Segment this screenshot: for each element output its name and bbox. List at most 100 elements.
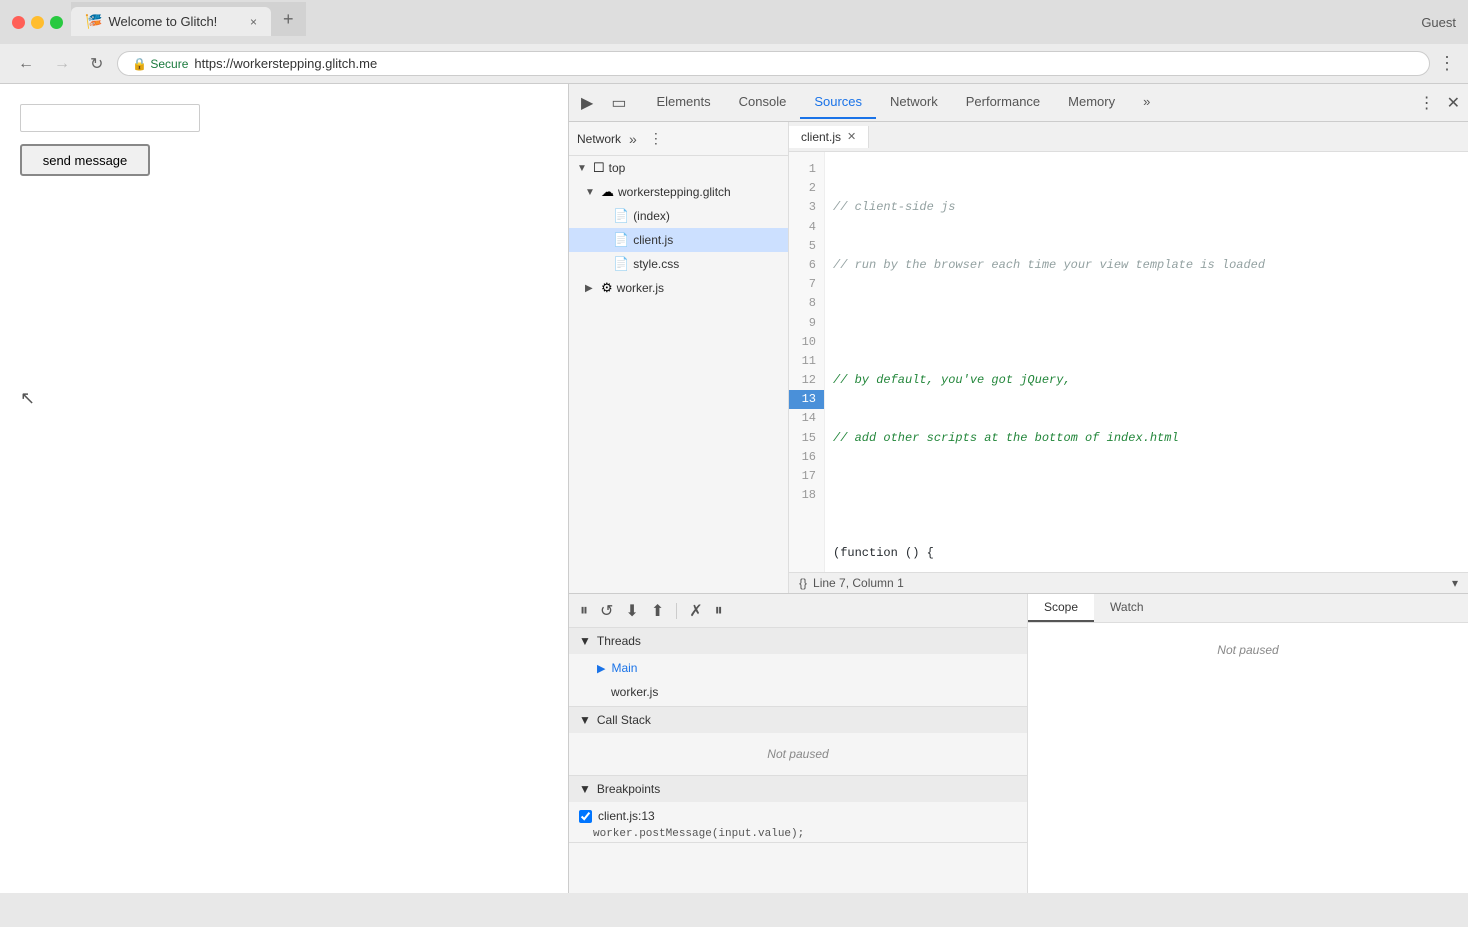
scope-tabs: Scope Watch — [1028, 594, 1468, 623]
device-toolbar-button[interactable]: ▭ — [603, 89, 634, 117]
tree-label-top: top — [609, 161, 626, 175]
inspect-element-button[interactable]: ▶ — [573, 89, 601, 117]
ln1: 1 — [789, 160, 824, 179]
step-over-button[interactable]: ↺ — [597, 598, 616, 624]
file-tree-workerjs[interactable]: ▶ ⚙ worker.js — [569, 276, 788, 300]
code-line-7: (function () { — [833, 544, 1460, 563]
tab-memory[interactable]: Memory — [1054, 86, 1129, 119]
editor-tab-close-button[interactable]: ✕ — [847, 130, 856, 143]
file-icon-stylecss: 📄 — [613, 256, 629, 272]
scope-tab-scope[interactable]: Scope — [1028, 594, 1094, 622]
tab-close-button[interactable]: × — [250, 15, 257, 29]
back-button[interactable]: ← — [12, 53, 40, 75]
maximize-button[interactable] — [50, 16, 63, 29]
send-button[interactable]: send message — [20, 144, 150, 176]
minimize-button[interactable] — [31, 16, 44, 29]
file-tree-stylecss[interactable]: 📄 style.css — [569, 252, 788, 276]
debug-panel: ⏸ ↺ ⬇ ⬆ ✗ ⏸ ▼ Threads ▶ — [569, 594, 1028, 893]
threads-arrow: ▼ — [579, 634, 591, 648]
threads-section: ▼ Threads ▶ Main worker.js — [569, 628, 1027, 707]
sidebar-menu-button[interactable]: ⋮ — [645, 128, 667, 149]
callstack-arrow: ▼ — [579, 713, 591, 727]
ln11: 11 — [789, 352, 824, 371]
pause-on-exceptions-button[interactable]: ⏸ — [712, 599, 726, 623]
tab-favicon: 🎏 — [85, 13, 102, 30]
tab-title: Welcome to Glitch! — [108, 14, 217, 29]
tree-label-domain: workerstepping.glitch — [618, 185, 731, 199]
code-line-2: // run by the browser each time your vie… — [833, 256, 1460, 275]
file-icon-clientjs: 📄 — [613, 232, 629, 248]
ln9: 9 — [789, 314, 824, 333]
thread-main-arrow: ▶ — [597, 662, 605, 675]
devtools-panel: ▶ ▭ Elements Console Sources Network Per… — [568, 84, 1468, 893]
editor-tab-label: client.js — [801, 130, 841, 144]
thread-workerjs-label: worker.js — [597, 685, 658, 699]
message-input[interactable] — [20, 104, 200, 132]
devtools-main: Network » ⋮ ▼ ☐ top ▼ ☁ workerstepp — [569, 122, 1468, 593]
step-into-button[interactable]: ⬇ — [622, 598, 641, 624]
code-line-3 — [833, 314, 1460, 333]
scope-tab-watch[interactable]: Watch — [1094, 594, 1160, 622]
page-content: send message ↖ — [0, 84, 568, 893]
secure-badge: 🔒 Secure — [132, 57, 188, 71]
file-tree-index[interactable]: 📄 (index) — [569, 204, 788, 228]
forward-button[interactable]: → — [48, 53, 76, 75]
step-out-button[interactable]: ⬆ — [648, 598, 667, 624]
ln18: 18 — [789, 486, 824, 505]
file-tree-top[interactable]: ▼ ☐ top — [569, 156, 788, 180]
close-button[interactable] — [12, 16, 25, 29]
ln14: 14 — [789, 409, 824, 428]
tab-performance[interactable]: Performance — [952, 86, 1054, 119]
tab-sources[interactable]: Sources — [800, 86, 876, 119]
devtools-close-button[interactable]: ✕ — [1443, 89, 1464, 117]
scope-not-paused: Not paused — [1217, 643, 1278, 657]
tab-elements[interactable]: Elements — [642, 86, 724, 119]
sidebar-more-button[interactable]: » — [625, 129, 641, 149]
traffic-lights — [12, 16, 63, 29]
breakpoints-section: ▼ Breakpoints client.js:13 worker.postMe… — [569, 776, 1027, 843]
debug-toolbar: ⏸ ↺ ⬇ ⬆ ✗ ⏸ — [569, 594, 1027, 628]
tree-label-workerjs: worker.js — [617, 281, 664, 295]
file-icon-index: 📄 — [613, 208, 629, 224]
new-tab-button[interactable]: + — [271, 3, 306, 36]
breakpoint-checkbox-1[interactable] — [579, 810, 592, 823]
address-field[interactable]: 🔒 Secure https://workerstepping.glitch.m… — [117, 51, 1430, 76]
thread-workerjs[interactable]: worker.js — [569, 680, 1027, 704]
tree-arrow-top: ▼ — [577, 163, 589, 174]
thread-main[interactable]: ▶ Main — [569, 656, 1027, 680]
guest-label: Guest — [1421, 15, 1456, 30]
ln7: 7 — [789, 275, 824, 294]
editor-tab-clientjs[interactable]: client.js ✕ — [789, 126, 869, 148]
tab-network[interactable]: Network — [876, 86, 952, 119]
code-content: // client-side js // run by the browser … — [825, 152, 1468, 572]
deactivate-breakpoints-button[interactable]: ✗ — [686, 598, 705, 624]
code-line-1: // client-side js — [833, 198, 1460, 217]
toolbar-separator — [676, 603, 677, 619]
thread-main-label: Main — [611, 661, 637, 675]
breakpoint-1[interactable]: client.js:13 — [569, 804, 1027, 828]
devtools-sidebar: Network » ⋮ ▼ ☐ top ▼ ☁ workerstepp — [569, 122, 789, 593]
reload-button[interactable]: ↻ — [84, 52, 109, 76]
tab-more[interactable]: » — [1129, 86, 1164, 119]
code-line-6 — [833, 486, 1460, 505]
ln5: 5 — [789, 237, 824, 256]
file-tree-clientjs[interactable]: 📄 client.js — [569, 228, 788, 252]
file-tree-domain[interactable]: ▼ ☁ workerstepping.glitch — [569, 180, 788, 204]
pause-button[interactable]: ⏸ — [577, 599, 591, 623]
breakpoint-code-1: worker.postMessage(input.value); — [569, 828, 1027, 840]
tree-arrow-domain: ▼ — [585, 187, 597, 198]
devtools-menu-button[interactable]: ⋮ — [1415, 89, 1439, 117]
callstack-header[interactable]: ▼ Call Stack — [569, 707, 1027, 733]
tab-console[interactable]: Console — [725, 86, 801, 119]
browser-tab[interactable]: 🎏 Welcome to Glitch! × — [71, 7, 271, 36]
browser-menu-button[interactable]: ⋮ — [1438, 53, 1456, 74]
threads-content: ▶ Main worker.js — [569, 654, 1027, 706]
sidebar-header: Network » ⋮ — [569, 122, 788, 156]
ln6: 6 — [789, 256, 824, 275]
code-area[interactable]: 1 2 3 4 5 6 7 8 9 10 11 12 13 14 — [789, 152, 1468, 572]
callstack-not-paused: Not paused — [569, 735, 1027, 773]
threads-header[interactable]: ▼ Threads — [569, 628, 1027, 654]
breakpoints-header[interactable]: ▼ Breakpoints — [569, 776, 1027, 802]
file-tree: ▼ ☐ top ▼ ☁ workerstepping.glitch 📄 — [569, 156, 788, 593]
address-bar: ← → ↻ 🔒 Secure https://workerstepping.gl… — [0, 44, 1468, 84]
